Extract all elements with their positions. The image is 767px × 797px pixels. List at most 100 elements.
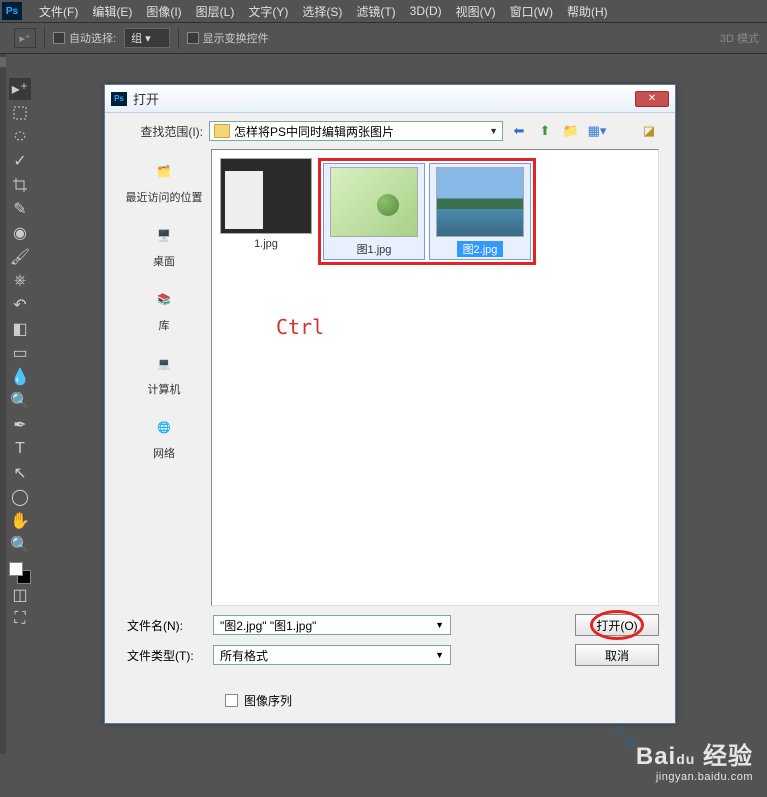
divider: [44, 27, 45, 49]
places-sidebar: 🗂️ 最近访问的位置 🖥️ 桌面 📚 库 💻 计算机 🌐 网络: [121, 149, 207, 606]
menu-select[interactable]: 选择(S): [295, 3, 349, 20]
lookin-label: 查找范围(I):: [121, 123, 203, 140]
computer-icon: 💻: [146, 347, 182, 379]
brush-tool[interactable]: 🖌: [9, 246, 31, 268]
stamp-tool[interactable]: ⎈: [9, 270, 31, 292]
filename-label: 文件名(N):: [121, 617, 203, 634]
filetype-combo[interactable]: 所有格式 ▼: [213, 645, 451, 665]
dialog-titlebar: Ps 打开 ✕: [105, 85, 675, 113]
network-icon: 🌐: [146, 411, 182, 443]
crop-tool[interactable]: [9, 174, 31, 196]
image-sequence-checkbox[interactable]: [225, 694, 238, 707]
dodge-tool[interactable]: 🔍: [9, 390, 31, 412]
menu-image[interactable]: 图像(I): [139, 3, 188, 20]
menu-view[interactable]: 视图(V): [449, 3, 503, 20]
chevron-down-icon: ▼: [435, 620, 444, 630]
path-select-tool[interactable]: ↖: [9, 462, 31, 484]
align-buttons-group: [277, 29, 405, 47]
zoom-tool[interactable]: 🔍: [9, 534, 31, 556]
divider: [178, 27, 179, 49]
shape-tool[interactable]: ◯: [9, 486, 31, 508]
open-button[interactable]: 打开(O): [575, 614, 659, 636]
file-item-tu1jpg[interactable]: 图1.jpg: [323, 163, 425, 260]
folder-icon: [214, 124, 230, 138]
lasso-tool[interactable]: [9, 126, 31, 148]
menu-filter[interactable]: 滤镜(T): [349, 3, 402, 20]
quick-mask-tool[interactable]: ◫: [9, 584, 31, 606]
pen-tool[interactable]: ✒: [9, 414, 31, 436]
type-tool[interactable]: T: [9, 438, 31, 460]
menu-edit[interactable]: 编辑(E): [85, 3, 139, 20]
auto-select-checkbox[interactable]: 自动选择:: [53, 30, 116, 46]
checkbox-icon: [187, 32, 199, 44]
place-network[interactable]: 🌐 网络: [146, 411, 182, 461]
chevron-down-icon: ▼: [435, 650, 444, 660]
nav-back-button[interactable]: ⬅: [509, 122, 529, 140]
color-swatches[interactable]: [9, 562, 31, 584]
menu-layer[interactable]: 图层(L): [189, 3, 242, 20]
fg-swatch: [9, 562, 23, 576]
menu-file[interactable]: 文件(F): [32, 3, 85, 20]
menu-3d[interactable]: 3D(D): [403, 4, 449, 18]
thumbnail-icon: [220, 158, 312, 234]
place-computer[interactable]: 💻 计算机: [146, 347, 182, 397]
selection-highlight: 图1.jpg 图2.jpg: [318, 158, 536, 265]
history-brush-tool[interactable]: ↶: [9, 294, 31, 316]
lookin-value: 怎样将PS中同时编辑两张图片: [234, 123, 394, 140]
eraser-tool[interactable]: ◧: [9, 318, 31, 340]
place-libraries[interactable]: 📚 库: [146, 283, 182, 333]
chevron-down-icon: ▼: [489, 126, 498, 136]
mode-3d-label: 3D 模式: [720, 30, 759, 46]
image-sequence-label: 图像序列: [244, 692, 292, 709]
cancel-button[interactable]: 取消: [575, 644, 659, 666]
app-menubar: Ps 文件(F) 编辑(E) 图像(I) 图层(L) 文字(Y) 选择(S) 滤…: [0, 0, 767, 22]
lookin-dropdown[interactable]: 怎样将PS中同时编辑两张图片 ▼: [209, 121, 503, 141]
distribute-buttons-group: [413, 29, 541, 47]
dialog-title: 打开: [133, 89, 635, 108]
libraries-icon: 📚: [146, 283, 182, 315]
watermark: Baidu 经验 jingyan.baidu.com: [636, 736, 753, 783]
thumbnail-icon: [330, 167, 418, 237]
paw-icon: [611, 723, 637, 749]
nav-extra-button[interactable]: ◪: [639, 122, 659, 140]
filename-combo[interactable]: "图2.jpg" "图1.jpg" ▼: [213, 615, 451, 635]
filetype-label: 文件类型(T):: [121, 647, 203, 664]
thumbnail-icon: [436, 167, 524, 237]
close-button[interactable]: ✕: [635, 91, 669, 107]
file-item-tu2jpg[interactable]: 图2.jpg: [429, 163, 531, 260]
blur-tool[interactable]: 💧: [9, 366, 31, 388]
place-desktop[interactable]: 🖥️ 桌面: [146, 219, 182, 269]
ps-logo-icon: Ps: [2, 2, 22, 20]
menu-window[interactable]: 窗口(W): [503, 3, 560, 20]
auto-select-label: 自动选择:: [69, 30, 116, 46]
nav-up-button[interactable]: ⬆: [535, 122, 555, 140]
heal-tool[interactable]: ◉: [9, 222, 31, 244]
desktop-icon: 🖥️: [146, 219, 182, 251]
screen-mode-tool[interactable]: ⛶: [9, 608, 31, 630]
show-transform-label: 显示变换控件: [203, 30, 269, 46]
hand-tool[interactable]: ✋: [9, 510, 31, 532]
marquee-tool[interactable]: [9, 102, 31, 124]
ps-icon: Ps: [111, 92, 127, 106]
nav-newfolder-button[interactable]: 📁: [561, 122, 581, 140]
auto-align-button: [549, 29, 567, 47]
nav-viewmenu-button[interactable]: ▦▾: [587, 122, 607, 140]
file-item-1jpg[interactable]: 1.jpg: [220, 158, 312, 250]
show-transform-checkbox[interactable]: 显示变换控件: [187, 30, 269, 46]
move-tool[interactable]: ▸⁺: [9, 78, 31, 100]
recent-icon: 🗂️: [146, 155, 182, 187]
checkbox-icon: [53, 32, 65, 44]
gradient-tool[interactable]: ▭: [9, 342, 31, 364]
file-list[interactable]: 1.jpg 图1.jpg 图2.jpg: [211, 149, 659, 606]
options-bar: ▸⁺ 自动选择: 组 ▾ 显示变换控件 3D 模式: [0, 22, 767, 54]
place-recent[interactable]: 🗂️ 最近访问的位置: [126, 155, 203, 205]
open-dialog: Ps 打开 ✕ 查找范围(I): 怎样将PS中同时编辑两张图片 ▼ ⬅ ⬆ 📁 …: [104, 84, 676, 724]
quick-select-tool[interactable]: ✓: [9, 150, 31, 172]
auto-select-dropdown[interactable]: 组 ▾: [124, 28, 170, 48]
tools-panel: ▸⁺ ✓ ✎ ◉ 🖌 ⎈ ↶ ◧ ▭ 💧 🔍 ✒ T ↖ ◯ ✋ 🔍 ◫ ⛶: [6, 70, 34, 632]
eyedropper-tool[interactable]: ✎: [9, 198, 31, 220]
menu-type[interactable]: 文字(Y): [241, 3, 295, 20]
menu-help[interactable]: 帮助(H): [560, 3, 615, 20]
ctrl-hint-label: Ctrl: [276, 315, 324, 339]
move-tool-icon: ▸⁺: [14, 28, 36, 48]
